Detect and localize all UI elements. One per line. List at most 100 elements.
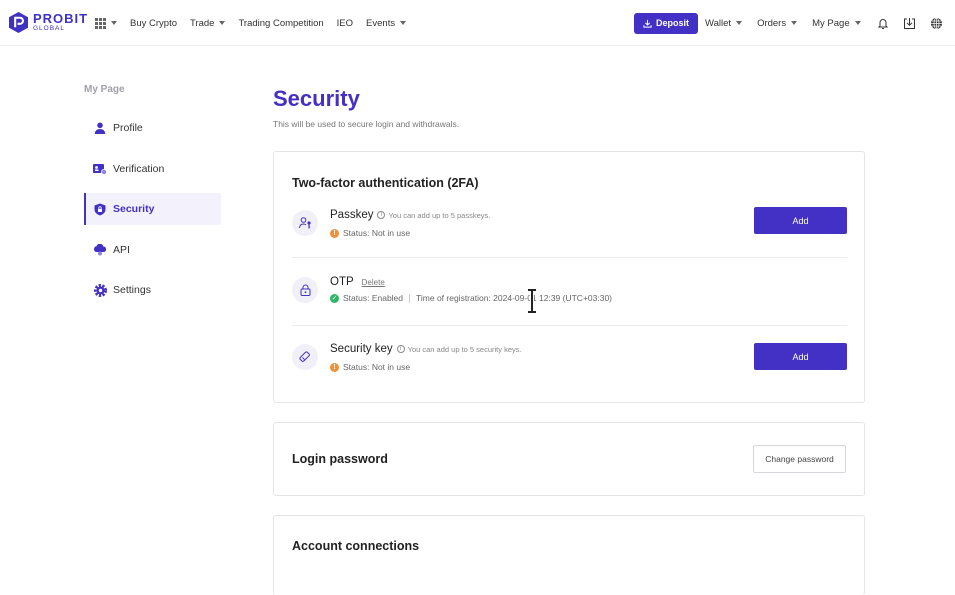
lock-icon [300,284,310,296]
passkey-icon [292,210,318,236]
sidebar-item-label: Verification [113,162,165,175]
divider [292,325,847,326]
account-connections-title: Account connections [292,539,420,553]
login-password-title: Login password [292,452,388,466]
otp-registration-time: Time of registration: 2024-09-01 12:39 (… [416,293,613,303]
info-icon: i [396,345,405,353]
otp-status-text: Status: Enabled [343,293,404,303]
security-key-status-text: Status: Not in use [343,362,411,372]
sidebar-item-label: Settings [113,284,151,296]
security-key-hint: i You can add up to 5 security keys. [396,344,522,354]
nav-label: IEO [336,17,354,29]
sidebar-item-label: Security [113,203,155,215]
sidebar-item-security[interactable]: Security [84,193,221,225]
nav-orders[interactable]: Orders [757,17,798,29]
gear-icon [93,283,107,297]
download-icon [643,19,652,28]
shield-icon [93,202,107,216]
apps-menu[interactable] [95,17,117,29]
twofa-title: Two-factor authentication (2FA) [292,176,479,190]
chevron-down-icon [854,21,861,25]
nav-trading-competition[interactable]: Trading Competition [238,18,323,29]
info-icon: i [377,211,386,219]
sidebar-item-label: Profile [113,122,143,134]
login-password-card: Login password Change password [273,422,865,496]
brand-sub: GLOBAL [33,25,66,33]
chevron-down-icon [400,21,407,25]
nav-my-page[interactable]: My Page [812,18,861,29]
otp-label: OTP [330,276,354,288]
lock-icon-wrap [292,277,318,303]
sidebar-title: My Page [84,84,125,95]
add-security-key-button[interactable]: Add [754,343,847,370]
top-navbar: PROBIT GLOBAL Buy Crypto Trade Trading C… [0,0,955,46]
nav-ieo[interactable]: IEO [337,18,353,29]
sidebar-item-settings[interactable]: Settings [84,274,221,306]
globe-icon[interactable] [930,16,944,30]
chevron-down-icon [736,21,743,25]
chevron-down-icon [791,21,798,25]
chevron-down-icon [219,21,226,25]
account-connections-card: Account connections [273,515,865,595]
check-icon: ✓ [330,293,339,303]
nav-label: My Page [812,17,850,29]
security-key-row: Security key i You can add up to 5 securi… [292,343,847,374]
otp-name: OTP Delete [330,276,385,288]
apps-grid-icon [95,17,106,29]
passkey-hint-text: You can add up to 5 passkeys. [388,210,491,220]
warning-icon: ! [330,228,339,238]
otp-row: OTP Delete ✓ Status: Enabled Time of reg… [292,276,847,307]
passkey-status: ! Status: Not in use [330,228,410,238]
probit-logo-icon [9,12,28,33]
security-key-hint-text: You can add up to 5 security keys. [407,344,522,354]
divider [292,257,847,258]
nav-trade[interactable]: Trade [190,17,226,29]
passkey-name: Passkey i You can add up to 5 passkeys. [330,209,490,221]
nav-label: Events [366,17,396,29]
brand-name: PROBIT [33,11,89,27]
security-key-icon-wrap [292,344,318,370]
nav-label: Trade [190,17,215,29]
deposit-button[interactable]: Deposit [634,12,699,34]
separator [409,293,411,303]
sidebar-item-verification[interactable]: Verification [84,153,221,185]
nav-label: Trading Competition [238,17,324,29]
cloud-icon [93,243,107,257]
page-title: Security [273,86,360,111]
bell-icon[interactable] [876,16,890,30]
probit-logo[interactable]: PROBIT GLOBAL [9,12,88,33]
nav-events[interactable]: Events [366,17,407,29]
security-key-name: Security key i You can add up to 5 securi… [330,343,522,355]
main-content: Security This will be used to secure log… [273,86,865,595]
change-password-button[interactable]: Change password [753,445,846,473]
chevron-down-icon [111,21,117,25]
id-card-icon [93,162,107,176]
passkey-row: Passkey i You can add up to 5 passkeys. !… [292,207,847,240]
sidebar-item-profile[interactable]: Profile [84,112,221,144]
main-nav: Buy Crypto Trade Trading Competition IEO… [95,0,419,46]
passkey-label: Passkey [330,209,374,221]
otp-status: ✓ Status: Enabled Time of registration: … [330,293,612,303]
security-key-label: Security key [330,343,393,355]
sidebar-item-label: API [113,243,130,256]
add-passkey-button[interactable]: Add [754,207,847,234]
sidebar: My Page Profile Verification Security AP… [84,84,221,315]
download-icon[interactable] [903,16,917,30]
deposit-label: Deposit [656,18,690,28]
security-key-icon [299,351,310,362]
passkey-status-text: Status: Not in use [343,228,411,238]
page-subtitle: This will be used to secure login and wi… [273,119,460,129]
user-icon [93,121,107,135]
nav-label: Orders [757,17,787,29]
nav-wallet[interactable]: Wallet [705,17,743,29]
nav-label: Buy Crypto [130,17,177,29]
security-key-status: ! Status: Not in use [330,362,410,372]
passkey-hint: i You can add up to 5 passkeys. [377,211,490,220]
nav-buy-crypto[interactable]: Buy Crypto [130,18,177,29]
delete-otp-link[interactable]: Delete [362,278,385,287]
warning-icon: ! [330,362,339,372]
twofa-card: Two-factor authentication (2FA) Passkey … [273,151,865,403]
nav-label: Wallet [705,17,732,29]
user-nav: Deposit Wallet Orders My Page [634,0,955,46]
sidebar-item-api[interactable]: API [84,234,221,266]
